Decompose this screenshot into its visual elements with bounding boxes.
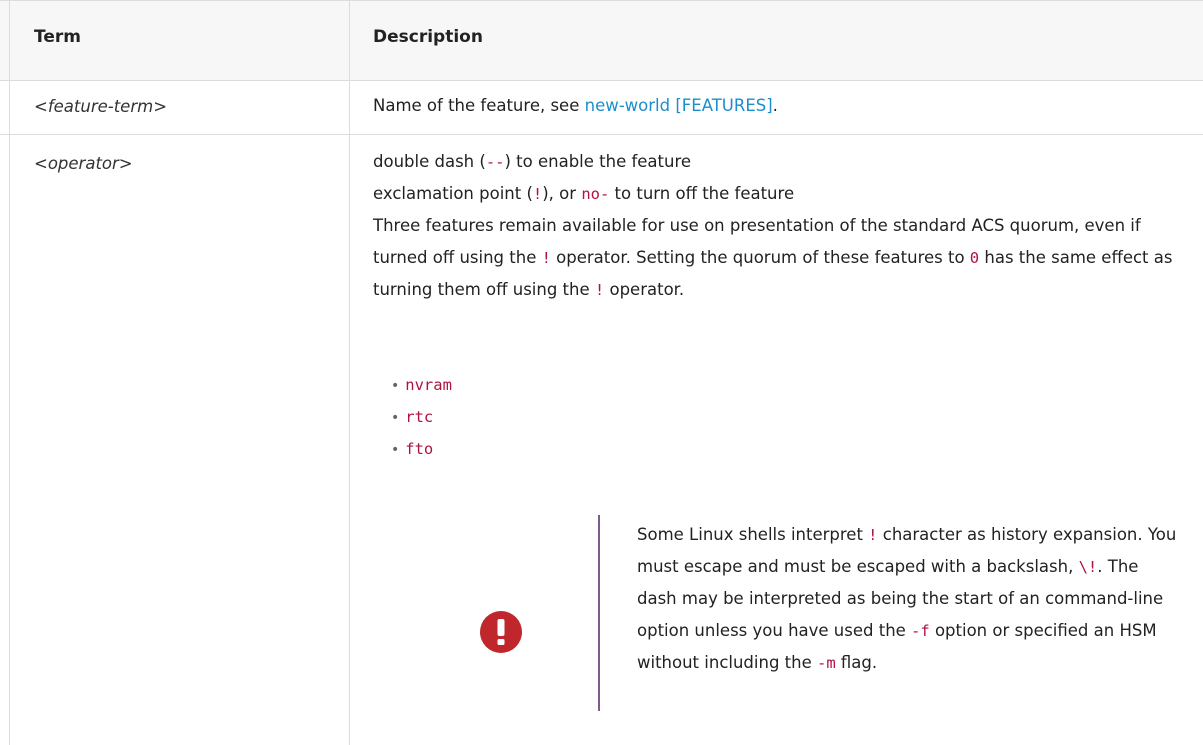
description-operator: double dash (--) to enable the feature e… xyxy=(373,146,1178,306)
code-exclamation: ! xyxy=(868,526,878,544)
code-exclamation: ! xyxy=(594,281,605,299)
header-description: Description xyxy=(373,27,483,47)
features-link[interactable]: new-world [FEATURES] xyxy=(585,96,773,115)
code-f-option: -f xyxy=(911,622,930,640)
code-m-flag: -m xyxy=(817,654,836,672)
column-divider xyxy=(349,1,350,745)
header-term: Term xyxy=(34,27,81,47)
list-item: • fto xyxy=(391,433,452,465)
feature-fto: fto xyxy=(405,440,434,458)
text: ), or xyxy=(542,184,582,203)
text: ) to enable the feature xyxy=(504,152,692,171)
text: flag. xyxy=(835,653,878,672)
text: to turn off the feature xyxy=(609,184,795,203)
list-item: • rtc xyxy=(391,401,452,433)
feature-rtc: rtc xyxy=(405,408,434,426)
admonition-divider xyxy=(598,515,600,711)
text: double dash ( xyxy=(373,152,486,171)
feature-nvram: nvram xyxy=(405,376,452,394)
row-divider xyxy=(0,134,1203,135)
exclamation-circle-icon xyxy=(480,611,522,653)
desc-text: Name of the feature, see xyxy=(373,96,585,115)
list-item: • nvram xyxy=(391,369,452,401)
text: Some Linux shells interpret xyxy=(637,525,869,544)
code-double-dash: -- xyxy=(485,153,505,171)
text: operator. Setting the quorum of these fe… xyxy=(550,248,970,267)
text: operator. xyxy=(604,280,685,299)
text: exclamation point ( xyxy=(373,184,533,203)
term-feature-term: <feature-term> xyxy=(34,97,168,116)
code-exclamation: ! xyxy=(532,185,543,203)
admonition-text: Some Linux shells interpret ! character … xyxy=(637,519,1177,679)
description-feature-term: Name of the feature, see new-world [FEAT… xyxy=(373,90,778,122)
bullet-icon: • xyxy=(391,378,400,394)
table-left-border xyxy=(9,1,10,745)
table-header xyxy=(0,1,1203,81)
desc-period: . xyxy=(772,96,778,115)
features-table: Term Description <feature-term> Name of … xyxy=(0,0,1203,745)
code-zero: 0 xyxy=(969,249,980,267)
code-no: no- xyxy=(581,185,610,203)
term-operator: <operator> xyxy=(34,154,133,173)
bullet-icon: • xyxy=(391,410,400,426)
feature-list: • nvram • rtc • fto xyxy=(391,369,452,465)
operator-paragraph: Three features remain available for use … xyxy=(373,210,1178,306)
operator-line-enable: double dash (--) to enable the feature xyxy=(373,146,1178,178)
code-escaped-exclamation: \! xyxy=(1078,558,1098,576)
bullet-icon: • xyxy=(391,442,400,458)
operator-line-disable: exclamation point (!), or no- to turn of… xyxy=(373,178,1178,210)
code-exclamation: ! xyxy=(541,249,551,267)
